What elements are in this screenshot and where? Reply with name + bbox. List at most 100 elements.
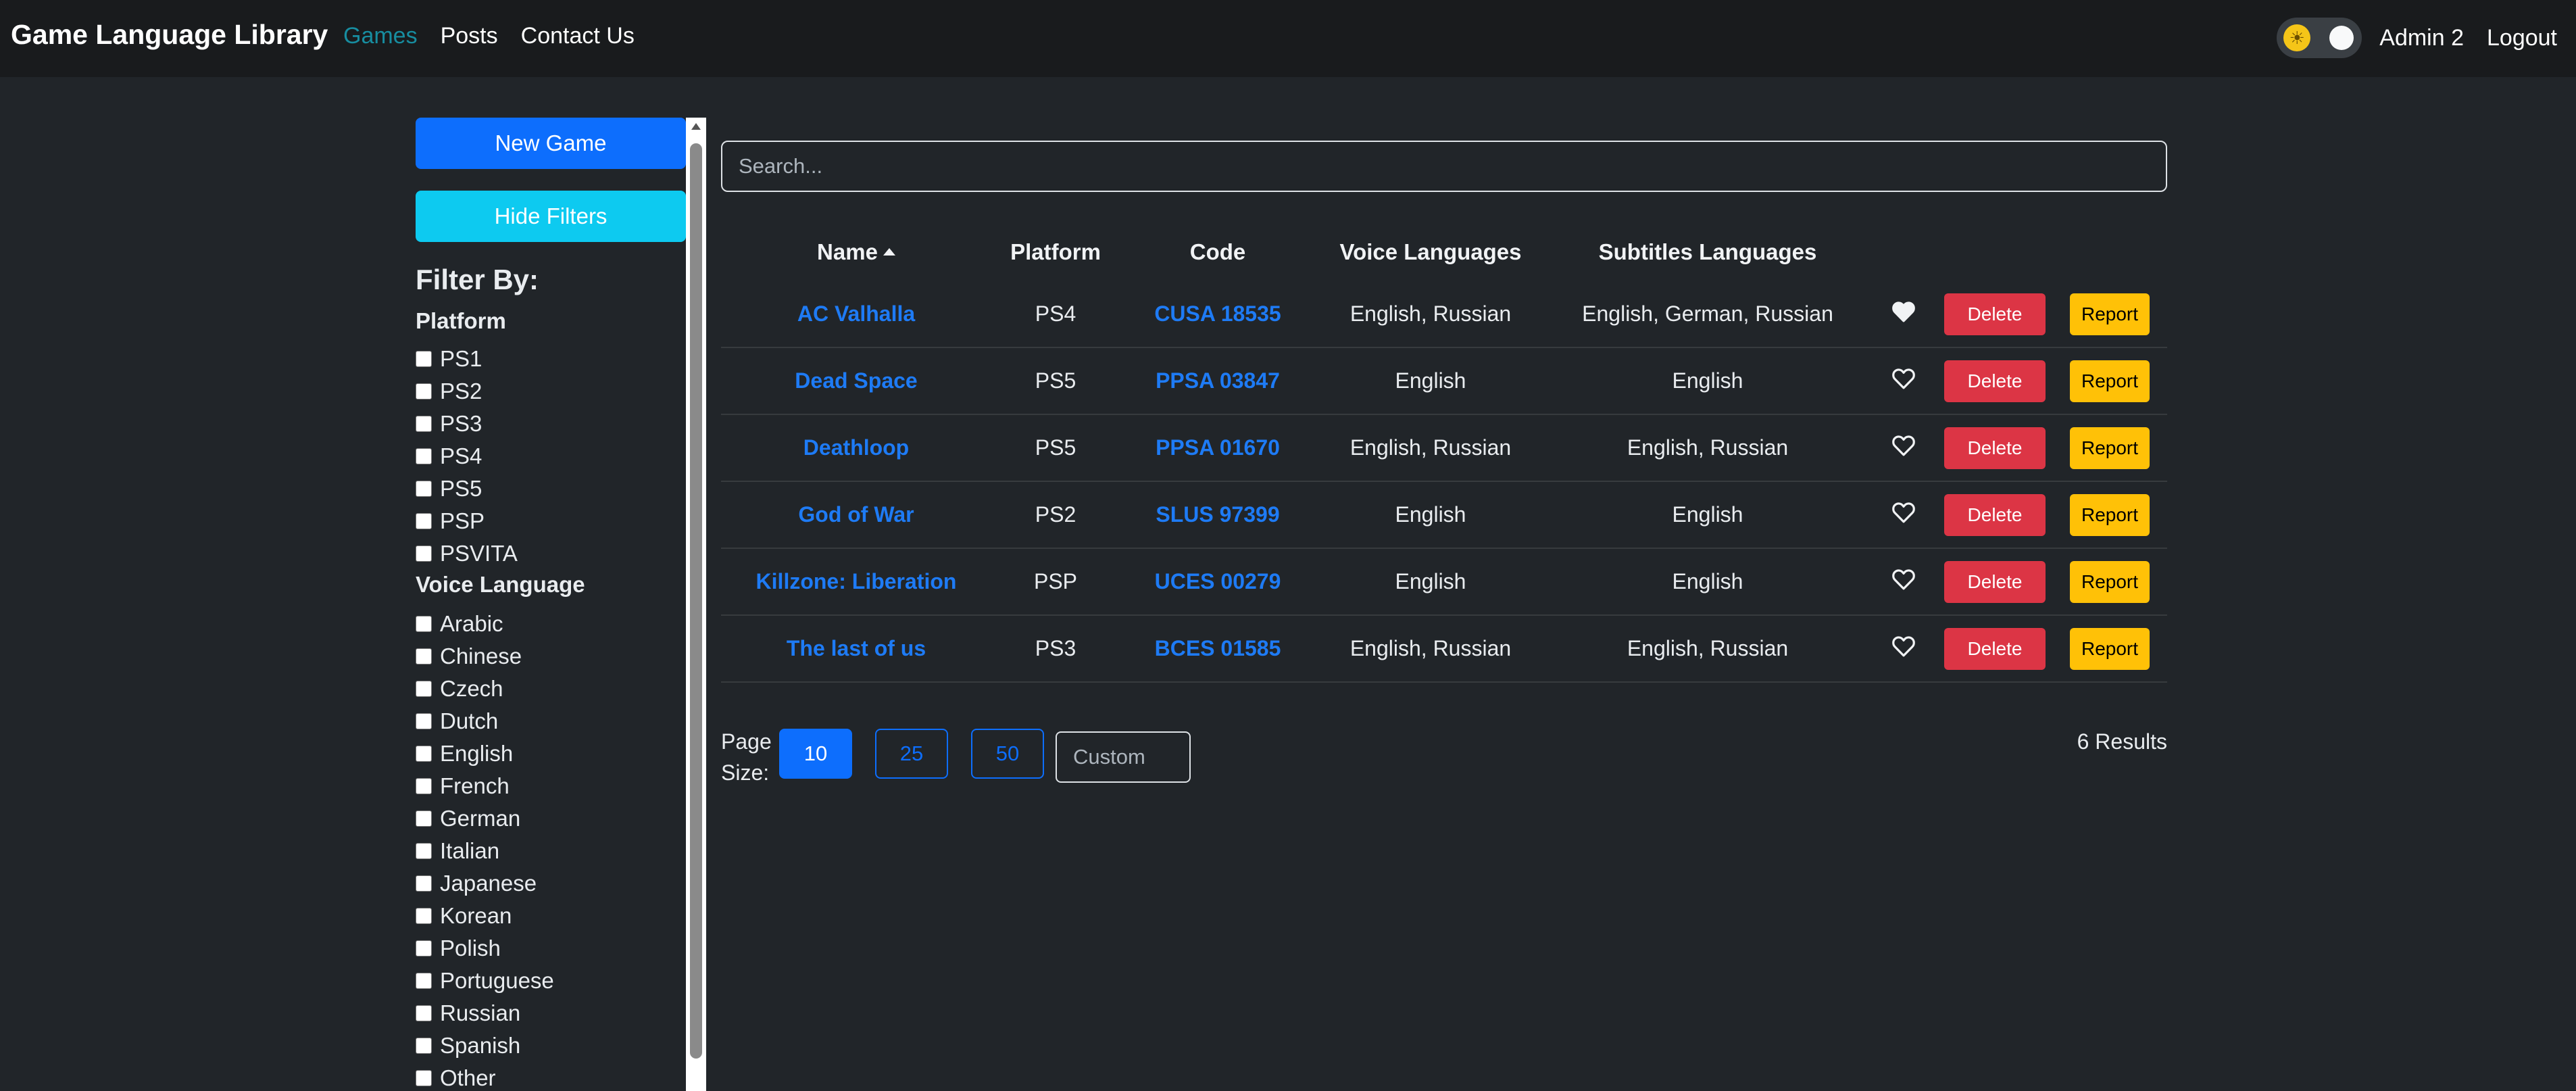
checkbox[interactable] <box>416 1038 432 1054</box>
voice-option-arabic[interactable]: Arabic <box>416 611 503 637</box>
nav-link-posts[interactable]: Posts <box>441 23 498 49</box>
game-code-link[interactable]: SLUS 97399 <box>1120 481 1316 549</box>
heart-filled-icon[interactable] <box>1891 301 1916 322</box>
sidebar-scrollbar[interactable] <box>686 118 706 1091</box>
new-game-button[interactable]: New Game <box>416 118 686 169</box>
delete-button[interactable]: Delete <box>1944 493 2046 536</box>
hide-filters-button[interactable]: Hide Filters <box>416 191 686 242</box>
theme-toggle[interactable]: ☀ <box>2277 18 2362 58</box>
delete-button[interactable]: Delete <box>1944 293 2046 335</box>
checkbox[interactable] <box>416 713 432 729</box>
platform-option-ps4[interactable]: PS4 <box>416 443 482 469</box>
report-button[interactable]: Report <box>2070 627 2150 670</box>
page-size-50-button[interactable]: 50 <box>971 729 1044 779</box>
voice-option-french[interactable]: French <box>416 773 510 799</box>
platform-option-ps1[interactable]: PS1 <box>416 346 482 372</box>
voice-option-chinese[interactable]: Chinese <box>416 644 522 669</box>
heart-outline-icon[interactable] <box>1891 368 1916 389</box>
voice-option-japanese[interactable]: Japanese <box>416 871 537 896</box>
delete-button[interactable]: Delete <box>1944 627 2046 670</box>
game-code-link[interactable]: CUSA 18535 <box>1120 281 1316 348</box>
voice-option-polish[interactable]: Polish <box>416 936 501 961</box>
checkbox[interactable] <box>416 481 432 497</box>
checkbox[interactable] <box>416 940 432 956</box>
game-name-link[interactable]: Killzone: Liberation <box>721 548 991 616</box>
platform-option-ps3[interactable]: PS3 <box>416 411 482 437</box>
platform-option-ps5[interactable]: PS5 <box>416 476 482 502</box>
checkbox[interactable] <box>416 351 432 367</box>
subtitles-languages-cell: English, German, Russian <box>1545 281 1870 348</box>
delete-button[interactable]: Delete <box>1944 560 2046 603</box>
report-button[interactable]: Report <box>2070 493 2150 536</box>
search-input[interactable]: Search... <box>721 141 2167 192</box>
scroll-up-arrow-icon[interactable] <box>691 123 701 130</box>
voice-option-korean[interactable]: Korean <box>416 903 512 929</box>
game-code-link[interactable]: PPSA 03847 <box>1120 347 1316 415</box>
game-code-link[interactable]: BCES 01585 <box>1120 615 1316 683</box>
game-name-link[interactable]: Deathloop <box>721 414 991 482</box>
game-name-link[interactable]: Dead Space <box>721 347 991 415</box>
voice-languages-cell: English <box>1316 548 1545 616</box>
custom-page-size-input[interactable]: Custom <box>1056 731 1191 783</box>
game-name-link[interactable]: God of War <box>721 481 991 549</box>
user-name[interactable]: Admin 2 <box>2379 25 2464 51</box>
voice-option-russian[interactable]: Russian <box>416 1000 520 1026</box>
checkbox[interactable] <box>416 681 432 697</box>
game-code-link[interactable]: UCES 00279 <box>1120 548 1316 616</box>
checkbox[interactable] <box>416 546 432 562</box>
checkbox[interactable] <box>416 973 432 989</box>
checkbox[interactable] <box>416 746 432 762</box>
checkbox[interactable] <box>416 843 432 859</box>
checkbox[interactable] <box>416 648 432 664</box>
platform-option-ps2[interactable]: PS2 <box>416 379 482 404</box>
subtitles-languages-cell: English, Russian <box>1545 414 1870 482</box>
delete-button[interactable]: Delete <box>1944 360 2046 402</box>
voice-option-dutch[interactable]: Dutch <box>416 708 498 734</box>
checkbox[interactable] <box>416 416 432 432</box>
column-header-code[interactable]: Code <box>1120 223 1316 281</box>
heart-outline-icon[interactable] <box>1891 435 1916 456</box>
checkbox[interactable] <box>416 810 432 827</box>
nav-link-games[interactable]: Games <box>343 23 418 49</box>
platform-option-psp[interactable]: PSP <box>416 508 485 534</box>
column-header-subtitles-languages[interactable]: Subtitles Languages <box>1545 223 1870 281</box>
voice-option-italian[interactable]: Italian <box>416 838 499 864</box>
report-button[interactable]: Report <box>2070 560 2150 603</box>
column-header-voice-languages[interactable]: Voice Languages <box>1316 223 1545 281</box>
report-button[interactable]: Report <box>2070 427 2150 469</box>
game-name-link[interactable]: The last of us <box>721 615 991 683</box>
checkbox[interactable] <box>416 513 432 529</box>
heart-outline-icon[interactable] <box>1891 568 1916 590</box>
checkbox[interactable] <box>416 448 432 464</box>
voice-option-czech[interactable]: Czech <box>416 676 503 702</box>
voice-option-german[interactable]: German <box>416 806 520 831</box>
voice-option-english[interactable]: English <box>416 741 513 767</box>
page-size-10-button[interactable]: 10 <box>779 729 852 779</box>
checkbox[interactable] <box>416 875 432 892</box>
checkbox[interactable] <box>416 778 432 794</box>
checkbox[interactable] <box>416 1070 432 1086</box>
game-name-link[interactable]: AC Valhalla <box>721 281 991 348</box>
checkbox[interactable] <box>416 616 432 632</box>
report-button[interactable]: Report <box>2070 293 2150 335</box>
column-header-platform[interactable]: Platform <box>991 223 1120 281</box>
delete-button[interactable]: Delete <box>1944 427 2046 469</box>
checkbox[interactable] <box>416 1005 432 1021</box>
voice-option-other[interactable]: Other <box>416 1065 496 1091</box>
page-size-25-button[interactable]: 25 <box>875 729 948 779</box>
game-code-link[interactable]: PPSA 01670 <box>1120 414 1316 482</box>
column-header-name[interactable]: Name <box>721 223 991 281</box>
voice-option-spanish[interactable]: Spanish <box>416 1033 520 1059</box>
report-button[interactable]: Report <box>2070 360 2150 402</box>
checkbox[interactable] <box>416 908 432 924</box>
platform-option-psvita[interactable]: PSVITA <box>416 541 518 566</box>
filter-by-heading: Filter By: <box>416 264 539 295</box>
app-brand[interactable]: Game Language Library <box>11 19 328 51</box>
heart-outline-icon[interactable] <box>1891 502 1916 523</box>
scrollbar-thumb[interactable] <box>690 143 702 1059</box>
checkbox[interactable] <box>416 383 432 399</box>
voice-option-portuguese[interactable]: Portuguese <box>416 968 554 994</box>
logout-link[interactable]: Logout <box>2487 25 2557 51</box>
nav-link-contact[interactable]: Contact Us <box>521 23 635 49</box>
heart-outline-icon[interactable] <box>1891 635 1916 657</box>
